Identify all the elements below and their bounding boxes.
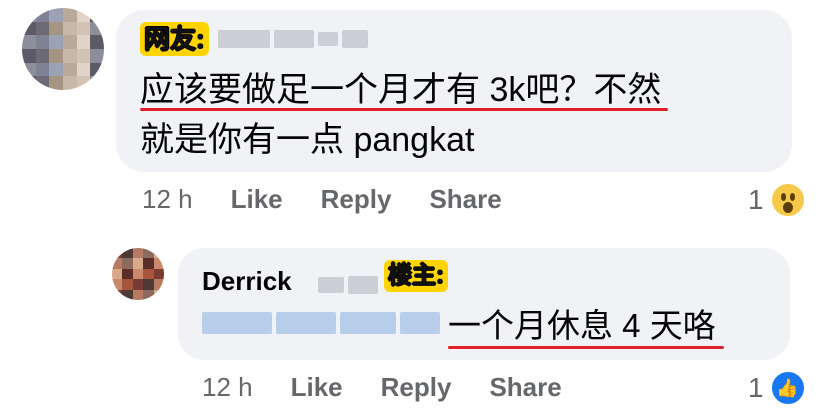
comment-highlight-underline	[140, 108, 668, 111]
thread-owner-tag: 楼主:	[384, 260, 448, 292]
reply-avatar[interactable]	[112, 248, 164, 300]
share-button[interactable]: Share	[429, 184, 501, 215]
comment-actions: 12 h Like Reply Share	[142, 184, 540, 215]
reply-button[interactable]: Reply	[381, 372, 452, 403]
reply-text: 一个月休息 4 天咯	[448, 307, 716, 344]
like-button[interactable]: Like	[291, 372, 343, 403]
blurred-commenter-name	[218, 30, 368, 48]
reaction-count: 1	[748, 372, 764, 403]
reply-reactions[interactable]: 1 👍	[748, 370, 806, 406]
commenter-tag: 网友:	[140, 22, 209, 56]
comment-text-line-1: 应该要做足一个月才有 3k吧？不然	[140, 71, 662, 109]
like-reaction-icon: 👍	[769, 370, 806, 406]
reply-highlight-underline	[448, 346, 724, 349]
share-button[interactable]: Share	[489, 372, 561, 403]
reply-button[interactable]: Reply	[321, 184, 392, 215]
comment-text-line-2: 就是你有一点 pangkat	[140, 121, 475, 159]
blurred-reply-surname	[318, 276, 378, 294]
reply-timestamp[interactable]: 12 h	[202, 372, 253, 403]
reply-actions: 12 h Like Reply Share	[202, 372, 600, 403]
comment-reactions[interactable]: 1	[748, 182, 806, 218]
reaction-count: 1	[748, 184, 764, 215]
wow-reaction-icon	[769, 182, 806, 218]
like-button[interactable]: Like	[231, 184, 283, 215]
reply-author-name[interactable]: Derrick	[202, 266, 292, 297]
commenter-avatar[interactable]	[22, 8, 104, 90]
blurred-mentioned-name	[202, 312, 440, 334]
comment-timestamp[interactable]: 12 h	[142, 184, 193, 215]
